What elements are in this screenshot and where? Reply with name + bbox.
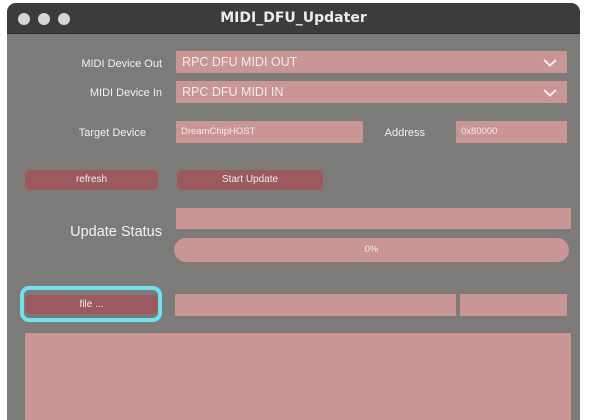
progress-text: 0% <box>364 244 379 255</box>
chevron-down-icon <box>543 81 557 103</box>
refresh-button[interactable]: refresh <box>25 170 158 190</box>
address-label: Address <box>384 127 425 139</box>
file-path-field <box>175 294 456 316</box>
app-window: MIDI_DFU_Updater MIDI Device Out RPC DFU… <box>7 3 580 420</box>
start-update-button[interactable]: Start Update <box>177 170 323 190</box>
title-bar: MIDI_DFU_Updater <box>7 3 580 34</box>
log-area[interactable] <box>25 333 571 420</box>
midi-in-select[interactable]: RPC DFU MIDI IN <box>176 81 567 103</box>
midi-out-label: MIDI Device Out <box>81 58 162 70</box>
target-device-label: Target Device <box>78 127 146 139</box>
window-title: MIDI_DFU_Updater <box>220 10 367 26</box>
target-device-field[interactable]: DreamChipHOST <box>176 121 363 143</box>
file-button[interactable]: file ... <box>25 295 158 314</box>
update-status-label: Update Status <box>70 224 162 240</box>
address-field[interactable]: 0x80000 <box>456 121 567 143</box>
update-progress-bar: 0% <box>174 238 569 262</box>
midi-in-value: RPC DFU MIDI IN <box>182 85 284 99</box>
midi-out-value: RPC DFU MIDI OUT <box>182 55 298 69</box>
update-status-field <box>176 208 571 229</box>
midi-in-label: MIDI Device In <box>89 87 162 99</box>
file-size-field <box>460 294 567 316</box>
midi-out-select[interactable]: RPC DFU MIDI OUT <box>176 51 567 73</box>
chevron-down-icon <box>543 51 557 73</box>
